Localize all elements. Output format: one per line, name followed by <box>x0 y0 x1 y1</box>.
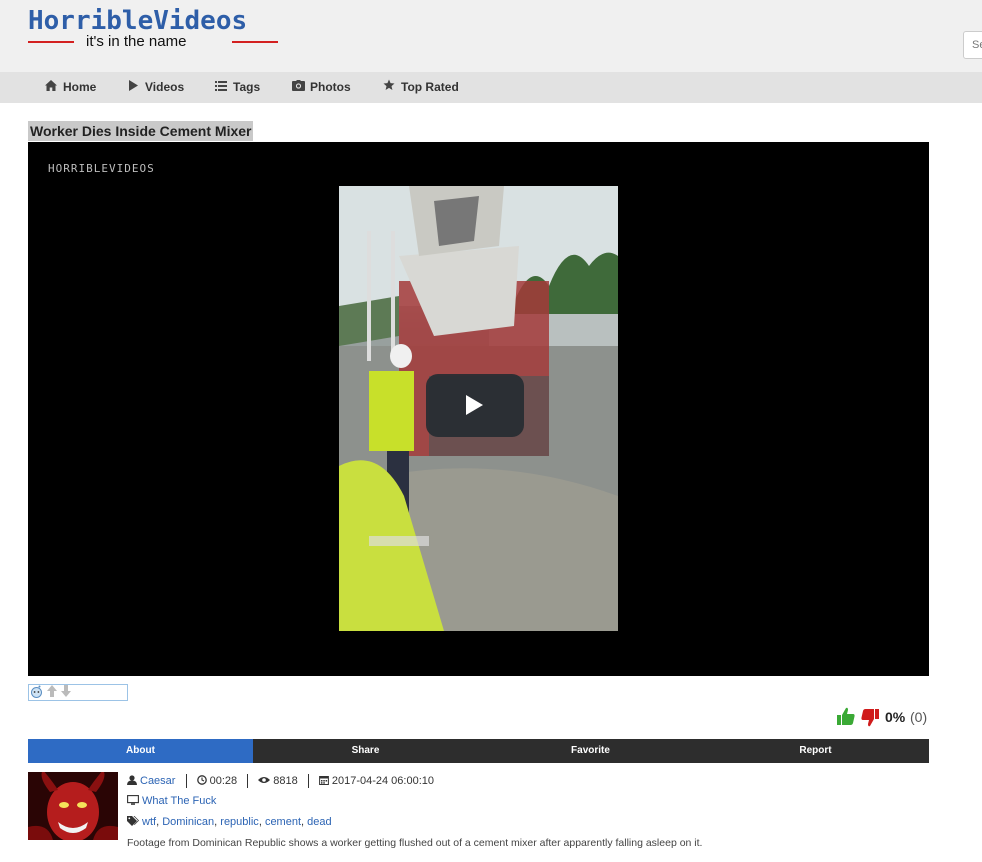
play-button[interactable] <box>426 374 524 437</box>
video-watermark: HORRIBLEVIDEOS <box>48 162 155 175</box>
play-icon <box>126 73 140 104</box>
thumbs-up-icon[interactable] <box>836 707 856 727</box>
rating-count: (0) <box>910 709 928 725</box>
tag-link[interactable]: dead <box>307 816 331 828</box>
tags-icon <box>127 816 139 826</box>
logo-tagline: it's in the name <box>86 33 187 50</box>
tab-report[interactable]: Report <box>703 739 928 763</box>
avatar[interactable] <box>28 772 118 840</box>
video-tabs: About Share Favorite Report <box>28 739 929 763</box>
meta-divider <box>247 774 249 788</box>
video-duration: 00:28 <box>209 774 238 787</box>
tag-link[interactable]: wtf <box>142 816 156 828</box>
meta-divider <box>307 774 309 788</box>
tab-about[interactable]: About <box>28 739 253 763</box>
tag-link[interactable]: cement <box>265 816 301 828</box>
eye-icon <box>258 776 271 783</box>
tag-link[interactable]: republic <box>220 816 259 828</box>
upload-date: 2017-04-24 06:00:10 <box>331 774 435 787</box>
nav-item-label: Home <box>63 80 97 94</box>
thumbs-down-icon[interactable] <box>860 707 880 727</box>
video-description: Footage from Dominican Republic shows a … <box>127 837 703 849</box>
camera-icon <box>291 73 305 104</box>
video-player[interactable]: HORRIBLEVIDEOS <box>28 142 929 676</box>
logo-underline-left <box>28 41 74 43</box>
nav-item-videos[interactable]: Videos <box>126 72 184 103</box>
reddit-vote-widget[interactable] <box>28 684 128 701</box>
tab-favorite[interactable]: Favorite <box>478 739 703 763</box>
nav-item-label: Photos <box>310 80 351 94</box>
clock-icon <box>196 775 207 785</box>
nav-item-label: Videos <box>145 80 185 94</box>
upvote-icon[interactable] <box>47 685 57 700</box>
page-title: Worker Dies Inside Cement Mixer <box>28 121 254 141</box>
nav-item-label: Top Rated <box>401 80 459 94</box>
list-icon <box>214 73 228 104</box>
tag-link[interactable]: Dominican <box>162 816 214 828</box>
category-link[interactable]: What The Fuck <box>142 795 216 807</box>
meta-divider <box>185 774 187 788</box>
rating-percent: 0% <box>885 709 906 725</box>
main-nav: Home Videos Tags Photos Top Rated <box>0 72 982 103</box>
reddit-icon[interactable] <box>30 685 43 701</box>
play-icon <box>466 395 483 415</box>
search-input[interactable]: Se <box>963 31 982 59</box>
nav-item-top-rated[interactable]: Top Rated <box>382 72 459 103</box>
view-count: 8818 <box>273 774 298 787</box>
downvote-icon[interactable] <box>61 685 71 700</box>
video-meta: Caesar 00:28 8818 2017-04-24 06:00:10 <box>127 774 434 788</box>
calendar-icon <box>318 775 329 785</box>
nav-item-tags[interactable]: Tags <box>214 72 260 103</box>
author-link[interactable]: Caesar <box>140 775 175 787</box>
nav-item-photos[interactable]: Photos <box>291 72 351 103</box>
star-icon <box>382 73 396 104</box>
monitor-icon <box>127 795 139 805</box>
site-logo[interactable]: HorribleVideos it's in the name <box>28 6 280 56</box>
tags-line: wtf, Dominican, republic, cement, dead <box>127 816 332 828</box>
nav-item-home[interactable]: Home <box>44 72 96 103</box>
logo-title: HorribleVideos <box>28 6 248 36</box>
site-header: HorribleVideos it's in the name Se <box>0 0 982 72</box>
home-icon <box>44 73 58 104</box>
tab-share[interactable]: Share <box>253 739 478 763</box>
logo-underline-right <box>232 41 278 43</box>
nav-item-label: Tags <box>233 80 261 94</box>
category-line: What The Fuck <box>127 795 216 807</box>
user-icon <box>127 775 137 785</box>
